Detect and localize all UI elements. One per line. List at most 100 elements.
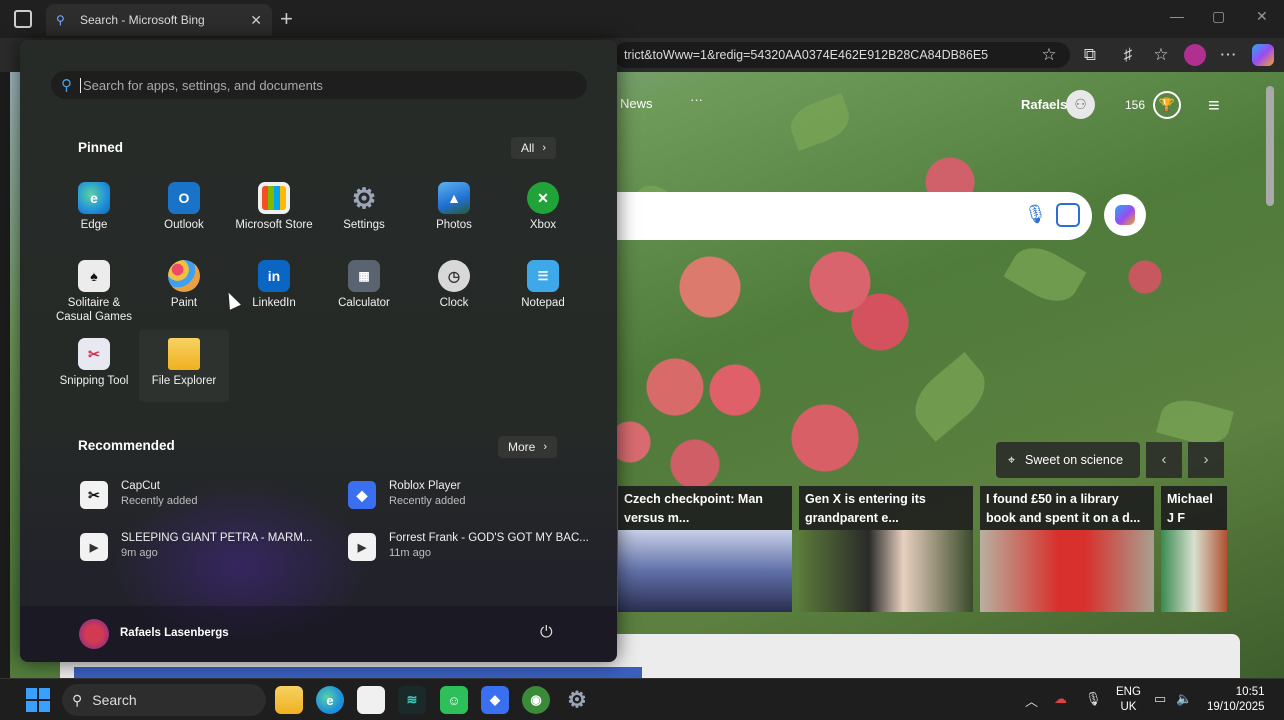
power-icon[interactable]: ⏻: [540, 624, 553, 642]
gear-icon[interactable]: ⚙: [563, 686, 591, 714]
file-explorer-icon[interactable]: [275, 686, 303, 714]
news-card-image: [1161, 530, 1227, 612]
microphone-icon[interactable]: 🎙: [1085, 691, 1102, 707]
profile-avatar-icon[interactable]: [1184, 44, 1206, 66]
maximize-button[interactable]: ▢: [1212, 8, 1225, 25]
pinned-app-outlook[interactable]: O Outlook: [139, 180, 229, 254]
pinned-app-edge[interactable]: e Edge: [49, 180, 139, 254]
pinned-app-label: Paint: [170, 297, 198, 309]
recommended-subtitle: 11m ago: [389, 547, 431, 559]
recommended-item[interactable]: ✂ CapCut Recently added: [80, 477, 330, 513]
start-search-input[interactable]: [80, 77, 560, 93]
language-indicator[interactable]: ENG UK: [1116, 685, 1141, 715]
all-apps-button[interactable]: All ›: [511, 137, 557, 159]
news-card[interactable]: Czech checkpoint: Man versus m...: [618, 486, 792, 612]
close-window-button[interactable]: ✕: [1256, 8, 1268, 25]
clock-time: 10:51: [1235, 686, 1265, 698]
tab-actions-icon[interactable]: [14, 10, 32, 28]
recommended-item[interactable]: ◆ Roblox Player Recently added: [348, 477, 598, 513]
pinned-app-label: Microsoft Store: [235, 219, 313, 231]
news-card-image: [799, 530, 973, 612]
pinned-app-calculator[interactable]: ▦ Calculator: [319, 258, 409, 332]
pinned-app-label: Clock: [439, 297, 469, 309]
feed-tab-indicator: [74, 667, 642, 678]
pinned-app-xbox[interactable]: ✕ Xbox: [498, 180, 588, 254]
split-screen-icon[interactable]: ♯: [1117, 44, 1139, 66]
address-bar[interactable]: trict&toWww=1&redig=54320AA0374E462E912B…: [614, 42, 1070, 68]
recommended-item[interactable]: ▶ SLEEPING GIANT PETRA - MARM... 9m ago: [80, 529, 340, 565]
edge-icon[interactable]: e: [316, 686, 344, 714]
more-recommended-button[interactable]: More ›: [498, 436, 558, 458]
previous-image-button[interactable]: ‹: [1146, 442, 1182, 478]
image-location-button[interactable]: ⌖ Sweet on science: [996, 442, 1140, 478]
pinned-app-photos[interactable]: ▲ Photos: [409, 180, 499, 254]
visual-search-icon[interactable]: [1056, 203, 1080, 227]
palette-icon: [168, 260, 200, 292]
recommended-item[interactable]: ▶ Forrest Frank - GOD'S GOT MY BAC... 11…: [348, 529, 598, 565]
trophy-icon[interactable]: 🏆: [1153, 91, 1181, 119]
chevron-up-icon[interactable]: ︿: [1025, 691, 1038, 710]
copilot-button[interactable]: [1104, 194, 1146, 236]
pinned-app-settings[interactable]: ⚙ Settings: [319, 180, 409, 254]
user-avatar[interactable]: [79, 619, 109, 649]
roblox-icon[interactable]: ◆: [481, 686, 509, 714]
globe-app-icon[interactable]: ◉: [522, 686, 550, 714]
tab-title: Search - Microsoft Bing: [80, 13, 205, 27]
messaging-app-icon[interactable]: ☺: [440, 686, 468, 714]
keyboard-layout: UK: [1120, 701, 1137, 713]
cloud-icon[interactable]: ☁: [1054, 691, 1067, 707]
taskbar-search-label: Search: [92, 692, 137, 708]
hamburger-menu-icon[interactable]: ≡: [1208, 96, 1220, 116]
recommended-subtitle: 9m ago: [121, 547, 158, 559]
start-search-box[interactable]: ⚲: [51, 71, 587, 99]
roblox-icon: ◆: [348, 481, 376, 509]
nav-news[interactable]: News: [620, 96, 653, 111]
pinned-app-label: Photos: [436, 219, 472, 231]
nav-more[interactable]: ···: [690, 92, 703, 107]
pinned-app-paint[interactable]: Paint: [139, 258, 229, 332]
pinned-app-linkedin[interactable]: in LinkedIn: [229, 258, 319, 332]
pinned-app-solitaire[interactable]: ♠ Solitaire & Casual Games: [49, 258, 139, 332]
pinned-app-snipping-tool[interactable]: ✂ Snipping Tool: [49, 336, 139, 410]
outlook-icon: O: [168, 182, 200, 214]
browser-tab[interactable]: ⚲ Search - Microsoft Bing ✕: [46, 4, 272, 36]
bing-user-name[interactable]: Rafaels: [1021, 97, 1067, 112]
capcut-icon[interactable]: ≋: [398, 686, 426, 714]
minimize-button[interactable]: —: [1170, 8, 1184, 24]
pinned-app-clock[interactable]: ◷ Clock: [409, 258, 499, 332]
page-scrollbar[interactable]: [1266, 86, 1274, 206]
bing-search-box[interactable]: [560, 192, 1092, 240]
copilot-sidebar-icon[interactable]: [1252, 44, 1274, 66]
pinned-app-microsoft-store[interactable]: Microsoft Store: [229, 180, 319, 254]
volume-icon[interactable]: 🔈: [1176, 691, 1192, 707]
calculator-icon: ▦: [348, 260, 380, 292]
microphone-icon[interactable]: 🎙: [1024, 204, 1047, 225]
news-card[interactable]: I found £50 in a library book and spent …: [980, 486, 1154, 612]
favorites-icon[interactable]: ☆: [1150, 44, 1172, 66]
video-file-icon: ▶: [80, 533, 108, 561]
favorite-star-icon[interactable]: ☆: [1038, 44, 1060, 66]
store-icon[interactable]: [357, 686, 385, 714]
language-code: ENG: [1116, 686, 1141, 698]
news-card[interactable]: Gen X is entering its grandparent e...: [799, 486, 973, 612]
more-menu-icon[interactable]: ⋯: [1217, 44, 1239, 66]
clock-date[interactable]: 10:51 19/10/2025: [1207, 685, 1265, 715]
network-icon[interactable]: ▭: [1154, 691, 1166, 707]
pinned-app-notepad[interactable]: ☰ Notepad: [498, 258, 588, 332]
news-card[interactable]: Michael J F 'created fri: [1161, 486, 1227, 612]
edge-icon: e: [78, 182, 110, 214]
start-user-name[interactable]: Rafaels Lasenbergs: [120, 627, 229, 639]
user-avatar-icon[interactable]: ⚇: [1066, 90, 1095, 119]
taskbar-search[interactable]: ⚲ Search: [62, 684, 266, 716]
video-file-icon: ▶: [348, 533, 376, 561]
new-tab-button[interactable]: +: [280, 6, 293, 32]
tab-close-icon[interactable]: ✕: [250, 12, 262, 29]
rewards-points[interactable]: 156: [1125, 98, 1145, 112]
next-image-button[interactable]: ›: [1188, 442, 1224, 478]
extensions-icon[interactable]: ⧉: [1079, 44, 1101, 66]
start-menu-footer: [20, 606, 617, 662]
windows-start-icon[interactable]: [26, 688, 50, 712]
search-icon: ⚲: [61, 77, 72, 94]
pinned-app-label: Calculator: [338, 297, 390, 309]
pinned-app-file-explorer[interactable]: File Explorer: [139, 330, 229, 402]
